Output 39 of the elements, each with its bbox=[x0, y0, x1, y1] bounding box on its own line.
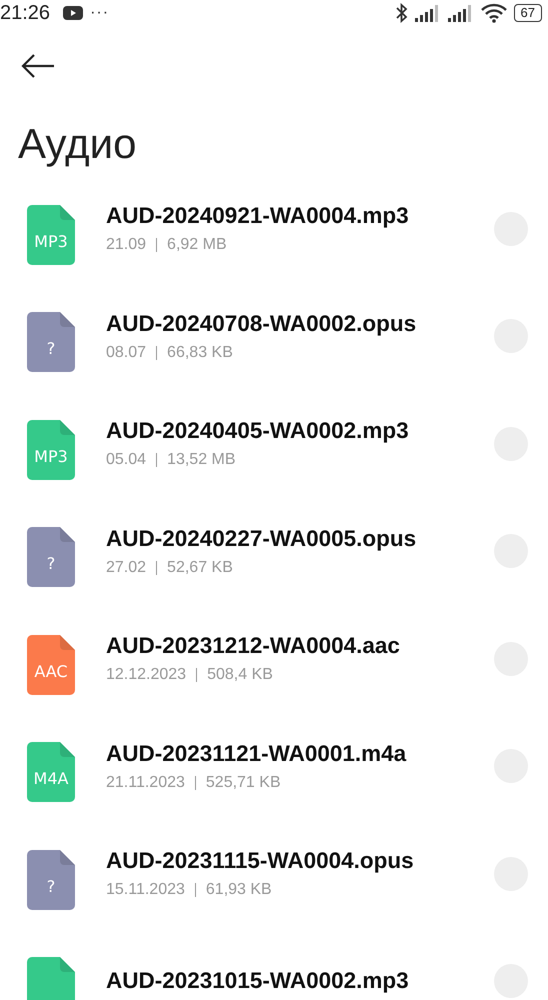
file-name[interactable]: AUD-20231121-WA0001.m4a bbox=[106, 740, 494, 767]
file-name[interactable]: AUD-20231015-WA0002.mp3 bbox=[106, 968, 494, 994]
status-time: 21:26 bbox=[0, 2, 50, 24]
file-date: 08.07 bbox=[106, 344, 146, 362]
file-size: 61,93 KB bbox=[206, 881, 272, 900]
signal-icon bbox=[414, 4, 441, 22]
bluetooth-icon bbox=[396, 3, 408, 23]
file-name[interactable]: AUD-20231115-WA0004.opus bbox=[106, 848, 494, 874]
file-size: 52,67 KB bbox=[167, 558, 233, 577]
file-size: 525,71 KB bbox=[206, 774, 281, 792]
file-size: 508,4 KB bbox=[207, 666, 273, 684]
file-size: 66,83 KB bbox=[167, 344, 233, 362]
file-name[interactable]: AUD-20240708-WA0002.opus bbox=[106, 310, 494, 337]
file-name[interactable]: AUD-20240227-WA0005.opus bbox=[106, 526, 494, 552]
battery-indicator: 67 bbox=[514, 4, 542, 22]
file-date: 05.04 bbox=[106, 451, 146, 470]
more-notifications: ··· bbox=[90, 4, 110, 22]
file-date: 15.11.2023 bbox=[106, 881, 185, 900]
file-name[interactable]: AUD-20240921-WA0004.mp3 bbox=[106, 203, 494, 230]
page-title: Аудио bbox=[17, 119, 138, 169]
file-date: 27.02 bbox=[106, 558, 146, 577]
file-size: 13,52 MB bbox=[167, 451, 236, 470]
file-type-icon: M4A bbox=[27, 742, 75, 802]
file-size: 6,92 MB bbox=[167, 236, 227, 254]
file-type-icon: ? bbox=[27, 527, 75, 588]
signal-icon bbox=[448, 4, 474, 22]
file-type-icon: ? bbox=[27, 850, 75, 910]
file-date: 12.12.2023 bbox=[106, 666, 186, 684]
file-type-icon: MP3 bbox=[27, 204, 75, 265]
file-type-icon: MP3 bbox=[27, 420, 75, 480]
wifi-icon bbox=[480, 3, 507, 23]
file-type-icon: ? bbox=[27, 312, 75, 372]
file-date: 21.11.2023 bbox=[106, 774, 185, 792]
back-arrow-icon[interactable] bbox=[21, 54, 55, 78]
file-date: 21.09 bbox=[106, 236, 146, 254]
video-play-icon bbox=[63, 6, 84, 20]
file-name[interactable]: AUD-20240405-WA0002.mp3 bbox=[106, 418, 494, 444]
file-type-icon: AAC bbox=[27, 634, 75, 695]
file-name[interactable]: AUD-20231212-WA0004.aac bbox=[106, 633, 494, 660]
